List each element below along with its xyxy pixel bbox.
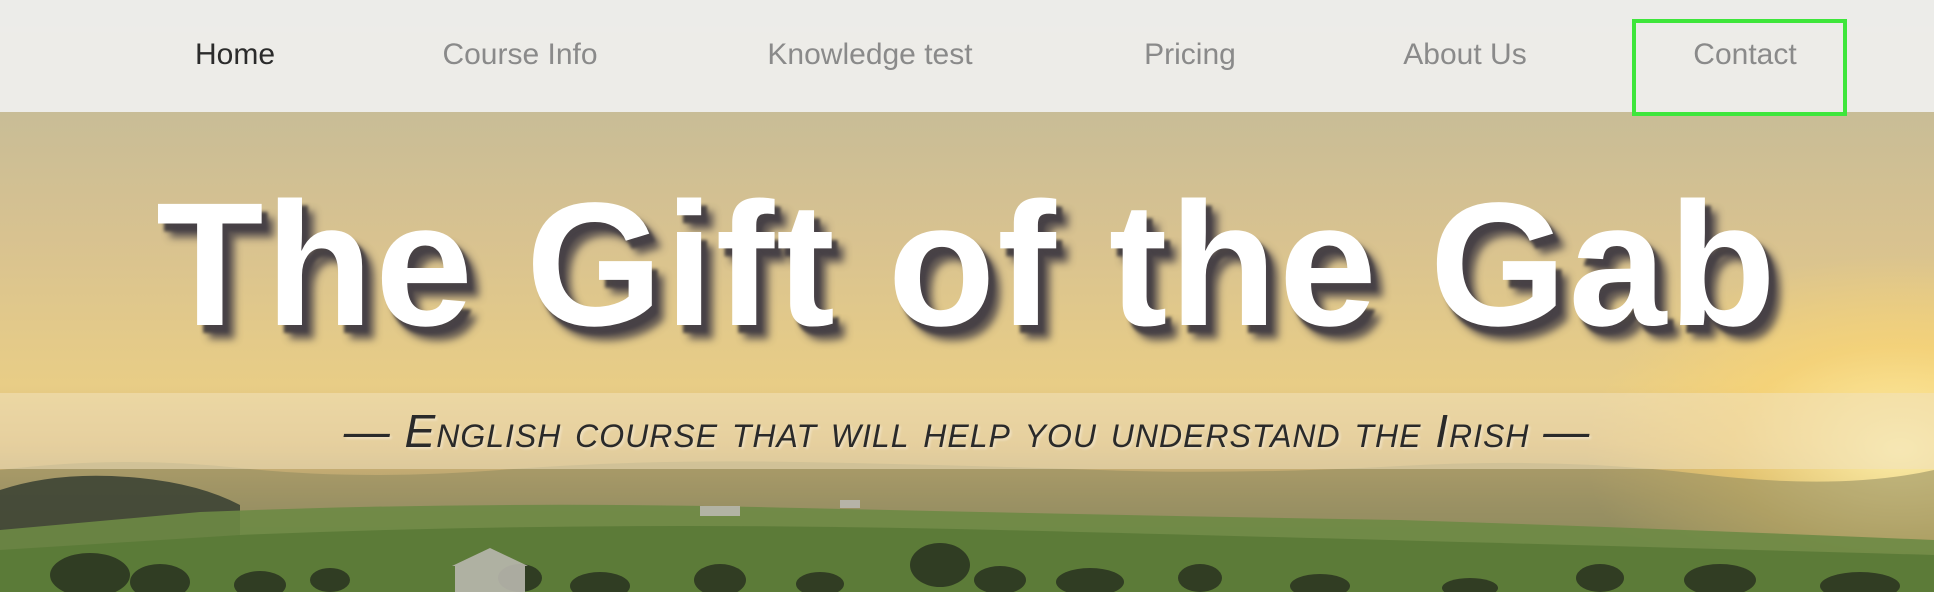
main-navigation: Home Course Info Knowledge test Pricing … bbox=[0, 0, 1934, 112]
nav-item-pricing[interactable]: Pricing bbox=[1130, 0, 1250, 112]
nav-item-course-info[interactable]: Course Info bbox=[430, 0, 610, 112]
nav-item-home[interactable]: Home bbox=[190, 0, 280, 112]
page: Home Course Info Knowledge test Pricing … bbox=[0, 0, 1934, 592]
hero-title: The Gift of the Gab bbox=[156, 167, 1778, 363]
hero-subtitle: — English course that will help you unde… bbox=[343, 405, 1591, 457]
nav-item-knowledge-test[interactable]: Knowledge test bbox=[755, 0, 985, 112]
nav-item-contact[interactable]: Contact bbox=[1690, 0, 1800, 112]
subtitle-band: — English course that will help you unde… bbox=[0, 393, 1934, 469]
nav-item-about-us[interactable]: About Us bbox=[1390, 0, 1540, 112]
